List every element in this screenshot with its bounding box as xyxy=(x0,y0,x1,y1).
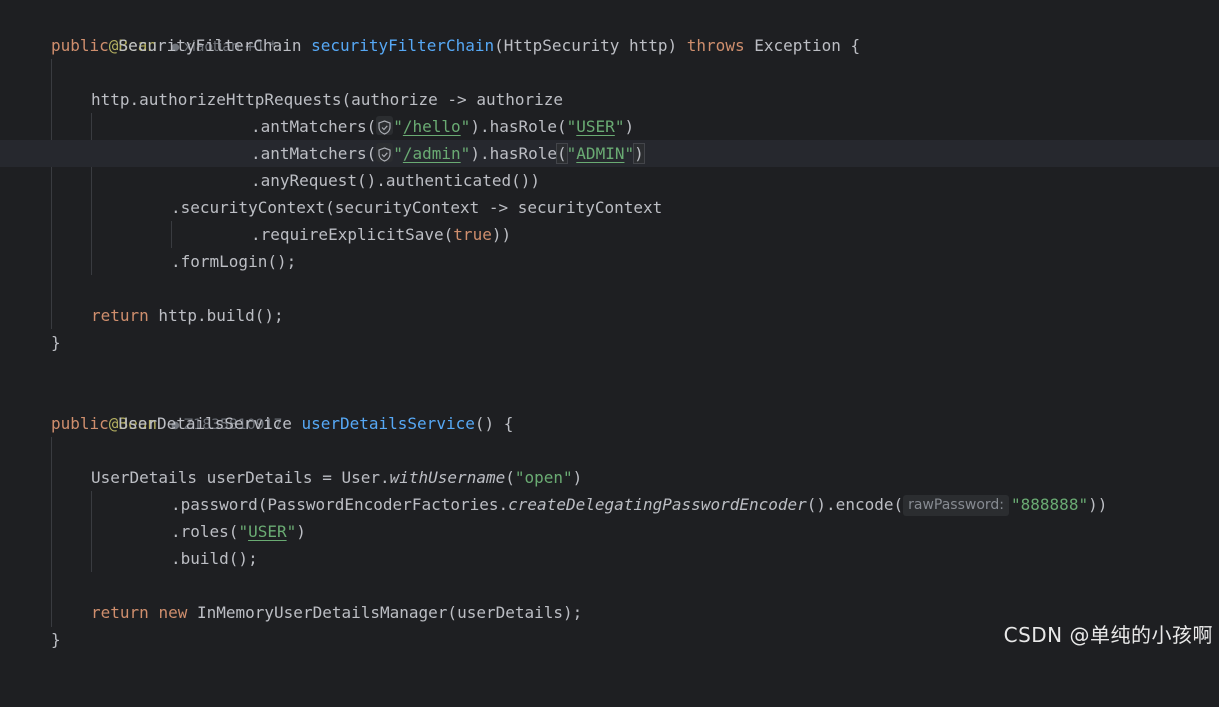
string-quote: " xyxy=(460,117,471,136)
params: () { xyxy=(474,414,514,433)
code-text: ) xyxy=(296,522,306,541)
code-text: ).hasRole xyxy=(470,144,558,163)
code-text: .roles( xyxy=(171,522,239,541)
role-string[interactable]: USER xyxy=(248,522,287,541)
string-literal: "888888" xyxy=(1011,495,1089,514)
parameter-hint: rawPassword: xyxy=(903,495,1010,516)
string-quote: " xyxy=(393,144,403,163)
string-quote: " xyxy=(566,117,577,136)
role-string[interactable]: USER xyxy=(576,117,615,136)
string-quote: " xyxy=(614,117,625,136)
code-line: public SecurityFilterChain securityFilte… xyxy=(0,32,1219,59)
static-method: createDelegatingPasswordEncoder xyxy=(508,495,807,514)
code-editor[interactable]: @Bean ● xiaotian +1 * public SecurityFilte… xyxy=(0,0,1219,654)
code-text: ) xyxy=(572,468,583,487)
keyword: true xyxy=(453,225,492,244)
code-text: ).hasRole( xyxy=(470,117,567,136)
role-string[interactable]: ADMIN xyxy=(576,144,624,163)
code-line: .antMatchers("/hello").hasRole("USER") xyxy=(0,113,1219,140)
keyword: public xyxy=(51,414,109,433)
code-line: @Bean ● Z1835810917 xyxy=(0,383,1219,433)
code-line: .build(); xyxy=(0,545,1219,572)
code-text: )) xyxy=(1088,495,1108,514)
return-type: UserDetailsService xyxy=(108,414,302,433)
keyword: public xyxy=(51,36,109,55)
code-text: UserDetails userDetails = User. xyxy=(91,468,390,487)
code-text: http.authorizeHttpRequests(authorize -> … xyxy=(91,90,564,109)
code-text: )) xyxy=(491,225,512,244)
closing-brace: } xyxy=(51,630,61,649)
code-text: .antMatchers( xyxy=(251,117,377,136)
string-quote: " xyxy=(624,144,635,163)
string-literal: "open" xyxy=(514,468,573,487)
static-method: withUsername xyxy=(389,468,506,487)
exception: Exception { xyxy=(744,36,861,55)
code-text: .requireExplicitSave( xyxy=(251,225,454,244)
code-text: ( xyxy=(505,468,515,487)
code-line: return http.build(); xyxy=(0,302,1219,329)
code-text: .formLogin(); xyxy=(171,252,297,271)
code-line: } xyxy=(0,329,1219,356)
code-text: .build(); xyxy=(171,549,258,568)
keyword: return xyxy=(91,603,149,622)
url-path-link[interactable]: /hello xyxy=(403,117,461,136)
method-name[interactable]: userDetailsService xyxy=(301,414,474,433)
string-quote: " xyxy=(238,522,249,541)
code-line: .roles("USER") xyxy=(0,518,1219,545)
return-type: SecurityFilterChain xyxy=(108,36,312,55)
string-quote: " xyxy=(286,522,297,541)
current-code-line: .antMatchers("/admin").hasRole("ADMIN") xyxy=(0,140,1219,167)
code-line: .requireExplicitSave(true)) xyxy=(0,221,1219,248)
code-line: public UserDetailsService userDetailsSer… xyxy=(0,410,1219,437)
matched-paren: ) xyxy=(633,143,645,164)
code-text: .password(PasswordEncoderFactories. xyxy=(171,495,509,514)
code-line: http.authorizeHttpRequests(authorize -> … xyxy=(0,86,1219,113)
code-line: .anyRequest().authenticated()) xyxy=(0,167,1219,194)
code-line: .securityContext(securityContext -> secu… xyxy=(0,194,1219,221)
closing-brace: } xyxy=(51,333,61,352)
code-text: .anyRequest().authenticated()) xyxy=(251,171,540,190)
keyword: new xyxy=(158,603,188,622)
params: (HttpSecurity http) xyxy=(494,36,687,55)
code-text: http.build(); xyxy=(148,306,284,325)
keyword: return xyxy=(91,306,149,325)
code-line: .password(PasswordEncoderFactories.creat… xyxy=(0,491,1219,518)
code-text: ().encode( xyxy=(806,495,904,514)
string-quote: " xyxy=(393,117,403,136)
code-line: UserDetails userDetails = User.withUsern… xyxy=(0,464,1219,491)
string-quote: " xyxy=(566,144,577,163)
watermark: CSDN @单纯的小孩啊 xyxy=(1003,623,1213,647)
method-name[interactable]: securityFilterChain xyxy=(311,36,494,55)
shield-check-icon[interactable] xyxy=(376,116,394,135)
url-path-link[interactable]: /admin xyxy=(403,144,461,163)
matched-paren: ( xyxy=(556,143,568,164)
code-line: .formLogin(); xyxy=(0,248,1219,275)
code-text: .antMatchers( xyxy=(251,144,377,163)
code-text: InMemoryUserDetailsManager(userDetails); xyxy=(187,603,583,622)
code-line: @Bean ● xiaotian +1 * xyxy=(0,5,1219,55)
string-quote: " xyxy=(460,144,471,163)
keyword: throws xyxy=(686,36,745,55)
shield-check-icon[interactable] xyxy=(376,143,394,162)
code-text: .securityContext(securityContext -> secu… xyxy=(171,198,663,217)
code-text: ) xyxy=(624,117,635,136)
